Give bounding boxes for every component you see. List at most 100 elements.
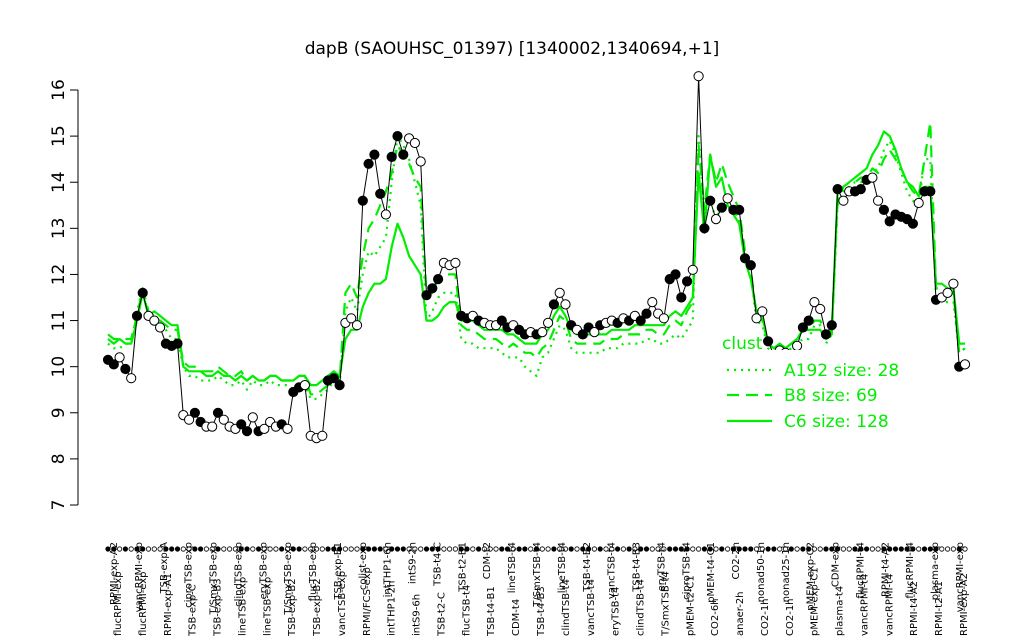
rug-marker xyxy=(174,546,181,552)
data-point xyxy=(114,352,125,363)
x-label-top: TSB-t4-C xyxy=(432,542,443,587)
data-point xyxy=(409,137,420,149)
x-label-top: CDM-exp xyxy=(831,542,842,587)
rug-marker xyxy=(649,546,655,552)
x-label-bottom: anaer-2h xyxy=(735,591,746,636)
data-point xyxy=(832,184,843,195)
rug-marker xyxy=(145,546,152,552)
y-tick-label: 11 xyxy=(49,310,69,332)
data-point xyxy=(207,421,218,432)
x-label-bottom: TSB-exp-B2 xyxy=(287,578,298,637)
data-point xyxy=(375,188,386,199)
x-label-bottom: lineTSB-exp xyxy=(262,577,273,636)
data-point xyxy=(415,156,426,167)
x-label-bottom: clindTSB-t4 xyxy=(561,579,572,636)
x-label-bottom: TSB-exp-B3 xyxy=(213,578,224,637)
data-point xyxy=(363,158,374,169)
rug-marker xyxy=(122,546,129,552)
data-point xyxy=(687,264,698,275)
data-point xyxy=(716,202,727,213)
data-point xyxy=(351,320,363,331)
data-point xyxy=(560,299,571,310)
rug-marker xyxy=(794,546,800,552)
rug-marker xyxy=(418,546,424,552)
data-point xyxy=(433,274,444,285)
x-label-bottom: vancTSB-exp xyxy=(337,571,348,636)
data-point xyxy=(803,315,814,326)
data-point xyxy=(537,327,548,338)
data-point xyxy=(942,287,953,298)
x-label-bottom: TSB-exp-B2 xyxy=(312,578,323,637)
x-label-bottom: intS9-6h xyxy=(412,594,423,636)
data-point xyxy=(380,209,391,220)
data-point xyxy=(757,306,768,317)
rug-marker xyxy=(921,546,928,552)
rug-marker xyxy=(319,546,325,552)
rug-marker xyxy=(724,546,731,552)
rug-marker xyxy=(620,546,627,552)
data-point xyxy=(948,278,959,289)
data-point xyxy=(658,313,670,324)
data-point xyxy=(913,197,924,209)
data-point xyxy=(554,287,565,298)
rug-marker xyxy=(742,546,748,552)
rug-marker xyxy=(869,546,876,552)
legend: clust A192 size: 28B8 size: 69C6 size: 1… xyxy=(718,334,918,436)
data-point xyxy=(792,340,803,351)
rug-marker xyxy=(244,546,250,552)
data-point xyxy=(710,214,722,225)
x-label-top: nonad50-1h xyxy=(756,542,767,602)
x-label-bottom: pMEM-t2-C1 xyxy=(685,575,696,636)
data-point xyxy=(878,204,890,215)
data-point xyxy=(299,380,310,391)
data-point xyxy=(867,172,878,183)
data-point xyxy=(826,320,837,331)
data-point xyxy=(357,195,368,206)
x-label-bottom: TSB-t4-B1 xyxy=(486,586,497,637)
x-label-bottom: vancRPMI-t4 xyxy=(859,574,870,636)
data-point xyxy=(131,310,143,321)
chart-title: dapB (SAOUHSC_01397) [1340002,1340694,+1… xyxy=(305,39,720,59)
data-point xyxy=(120,363,131,375)
x-label-bottom: flucRPMI-exp xyxy=(113,571,124,636)
data-point xyxy=(699,223,710,234)
rug-marker xyxy=(493,546,499,552)
rug-marker xyxy=(221,546,227,552)
x-label-bottom: pMEM-exp-C1 xyxy=(810,567,821,636)
rug-marker xyxy=(898,546,904,552)
x-label-bottom: vancTSB-t4 xyxy=(586,579,597,636)
data-point xyxy=(126,373,137,384)
x-label-bottom: CO2-1h xyxy=(785,598,796,636)
cluster-line-3 xyxy=(107,130,965,387)
x-label-bottom: RPMI-t4-A2 xyxy=(909,581,920,636)
data-point xyxy=(734,204,745,215)
x-label-bottom: plasma-t4 xyxy=(835,586,846,636)
data-point xyxy=(317,430,328,441)
chart: dapB (SAOUHSC_01397) [1340002,1340694,+1… xyxy=(49,39,971,637)
data-point xyxy=(241,426,253,437)
rug-marker xyxy=(846,546,852,552)
x-label-bottom: lineTSB-exp xyxy=(237,577,248,636)
data-point xyxy=(670,269,681,280)
y-axis: 7 8 9 10 11 12 13 14 15 16 xyxy=(49,79,79,510)
data-point xyxy=(386,151,397,162)
data-point xyxy=(427,283,438,294)
x-label-bottom: RPMI/FCS-exp xyxy=(362,567,373,636)
x-label-bottom: clindTSB-t4 xyxy=(636,579,647,636)
x-label-bottom: TSB-exp-C xyxy=(188,584,199,637)
data-point xyxy=(815,303,826,315)
data-point xyxy=(820,329,832,340)
y-tick-label: 9 xyxy=(49,407,69,418)
x-label-bottom: TSB-t2-C xyxy=(436,592,447,637)
rug-marker xyxy=(892,546,899,552)
x-label-bottom: flucTSB-t4 xyxy=(461,585,472,636)
data-point xyxy=(247,412,258,423)
data-point xyxy=(959,359,971,370)
y-tick-label: 14 xyxy=(49,171,69,193)
data-point xyxy=(722,193,733,204)
data-point xyxy=(873,195,884,206)
rug-marker xyxy=(597,546,603,552)
rug-marker xyxy=(667,546,673,552)
x-label-bottom: RPMI-exp-A2 xyxy=(959,573,970,636)
data-point xyxy=(137,287,148,298)
